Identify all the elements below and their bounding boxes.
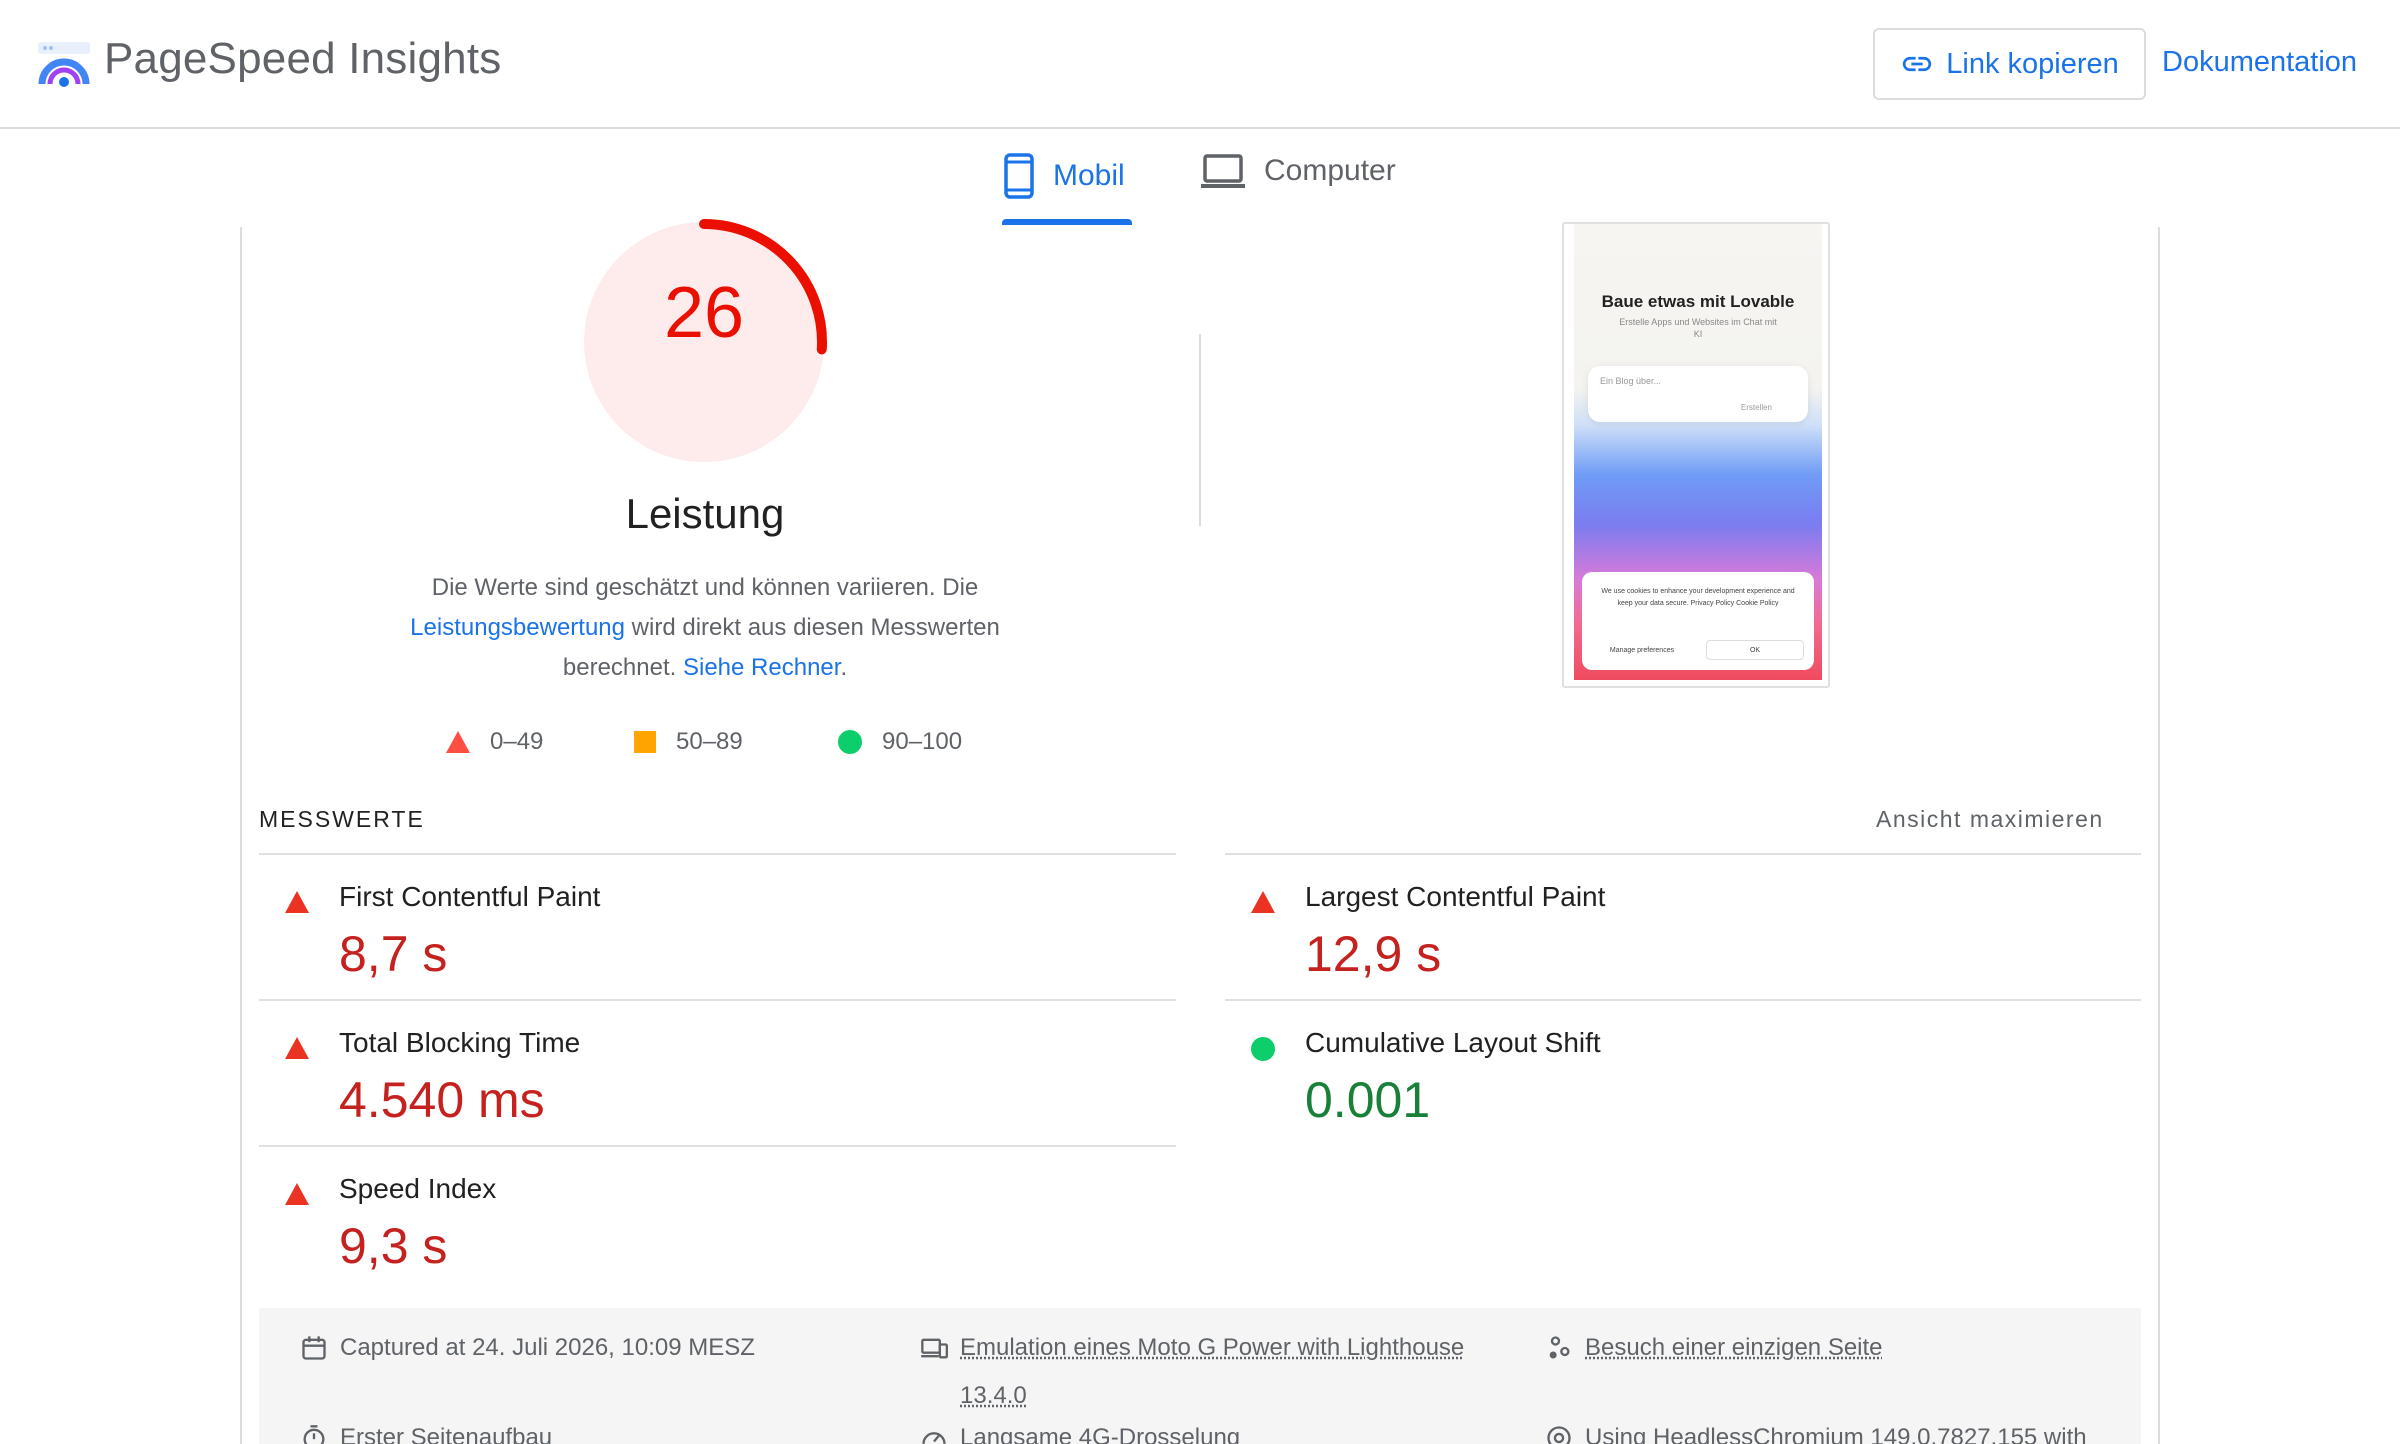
thumb-cookie-manage: Manage preferences bbox=[1609, 647, 1675, 654]
square-icon bbox=[634, 731, 656, 753]
thumb-cookie-text: We use cookies to enhance your developme… bbox=[1601, 588, 1795, 607]
devices-icon bbox=[921, 1338, 948, 1359]
group-icon bbox=[1549, 1336, 1570, 1359]
fail-indicator-icon bbox=[285, 1181, 309, 1205]
tab-desktop-label: Computer bbox=[1264, 154, 1396, 187]
desc-text-end: . bbox=[840, 654, 848, 681]
session-link[interactable]: Besuch einer einzigen Seite bbox=[1585, 1324, 1883, 1372]
documentation-link[interactable]: Dokumentation bbox=[2162, 46, 2357, 79]
copy-link-button[interactable]: Link kopieren bbox=[1873, 28, 2146, 100]
active-tab-indicator bbox=[1002, 219, 1132, 225]
emulation-link[interactable]: Emulation eines Moto G Power with Lighth… bbox=[960, 1324, 1500, 1420]
triangle-icon bbox=[446, 731, 470, 753]
metric-cls: Cumulative Layout Shift 0.001 bbox=[1225, 1001, 2125, 1146]
speedometer-icon bbox=[922, 1432, 946, 1444]
timer-icon bbox=[303, 1425, 325, 1444]
thumb-subheading: Erstelle Apps und Websites im Chat mit K… bbox=[1619, 317, 1777, 339]
thumb-cookie-banner: We use cookies to enhance your developme… bbox=[1582, 572, 1814, 670]
info-browser: Using HeadlessChromium 149.0.7827.155 wi… bbox=[1545, 1414, 2145, 1444]
legend-pass: 90–100 bbox=[838, 728, 962, 756]
metric-speed-index: Speed Index 9,3 s bbox=[259, 1147, 1159, 1292]
metric-value: 9,3 s bbox=[339, 1218, 448, 1274]
pagespeed-logo-icon bbox=[38, 42, 90, 87]
calendar-icon bbox=[302, 1336, 326, 1360]
calculator-link[interactable]: Siehe Rechner bbox=[683, 654, 840, 681]
metric-value: 4.540 ms bbox=[339, 1072, 545, 1128]
thumb-input-box: Ein Blog über... Erstellen bbox=[1588, 366, 1808, 422]
browser-link[interactable]: Using HeadlessChromium 149.0.7827.155 wi… bbox=[1585, 1414, 2087, 1444]
metric-name: Cumulative Layout Shift bbox=[1305, 1027, 1601, 1058]
performance-description: Die Werte sind geschätzt und können vari… bbox=[380, 568, 1030, 688]
expand-view-toggle[interactable]: Ansicht maximieren bbox=[1876, 806, 2104, 833]
performance-score-value: 26 bbox=[663, 273, 745, 353]
top-header: PageSpeed Insights Link kopieren Dokumen… bbox=[0, 0, 2400, 129]
info-emulation: Emulation eines Moto G Power with Lighth… bbox=[920, 1324, 1500, 1420]
copy-link-label: Link kopieren bbox=[1946, 47, 2119, 80]
metric-name: Largest Contentful Paint bbox=[1305, 881, 1606, 912]
metric-value: 12,9 s bbox=[1305, 926, 1442, 982]
device-tabs: Mobil Computer bbox=[0, 131, 2400, 227]
page-screenshot-thumbnail: Baue etwas mit Lovable Erstelle Apps und… bbox=[1562, 222, 1830, 688]
legend-fail: 0–49 bbox=[446, 728, 543, 756]
info-load-type: Erster Seitenaufbau bbox=[300, 1414, 860, 1444]
metric-value: 8,7 s bbox=[339, 926, 448, 982]
tab-desktop[interactable]: Computer bbox=[1200, 153, 1396, 189]
legend-average-label: 50–89 bbox=[676, 728, 743, 755]
performance-score-link[interactable]: Leistungsbewertung bbox=[410, 614, 625, 641]
fail-indicator-icon bbox=[285, 889, 309, 913]
metric-lcp: Largest Contentful Paint 12,9 s bbox=[1225, 855, 2125, 1000]
metrics-section-label: MESSWERTE bbox=[259, 806, 425, 832]
metric-value: 0.001 bbox=[1305, 1072, 1431, 1128]
metric-fcp: First Contentful Paint 8,7 s bbox=[259, 855, 1159, 1000]
legend-fail-label: 0–49 bbox=[490, 728, 544, 755]
circle-icon bbox=[838, 730, 862, 754]
pass-indicator-icon bbox=[1251, 1035, 1275, 1061]
thumb-input-button: Erstellen bbox=[1740, 403, 1772, 412]
app-title: PageSpeed Insights bbox=[104, 34, 502, 83]
browser-icon bbox=[1547, 1426, 1571, 1444]
info-session: Besuch einer einzigen Seite bbox=[1545, 1324, 2105, 1372]
load-type-text: Erster Seitenaufbau bbox=[340, 1424, 553, 1444]
info-captured: Captured at 24. Juli 2026, 10:09 MESZ bbox=[300, 1324, 860, 1372]
thumb-input-placeholder: Ein Blog über... bbox=[1600, 376, 1662, 386]
metric-name: Speed Index bbox=[339, 1173, 497, 1204]
captured-text: Captured at 24. Juli 2026, 10:09 MESZ bbox=[340, 1334, 755, 1361]
tab-mobile[interactable]: Mobil bbox=[1003, 153, 1125, 199]
metric-name: First Contentful Paint bbox=[339, 881, 601, 912]
fail-indicator-icon bbox=[1251, 889, 1275, 913]
desc-text-1: Die Werte sind geschätzt und können vari… bbox=[431, 574, 979, 601]
legend-pass-label: 90–100 bbox=[882, 728, 963, 755]
throttling-link[interactable]: Langsame 4G-Drosselung bbox=[960, 1414, 1240, 1444]
thumb-heading: Baue etwas mit Lovable bbox=[1601, 292, 1795, 311]
tab-mobile-label: Mobil bbox=[1053, 159, 1125, 192]
thumb-cookie-ok: OK bbox=[1706, 640, 1804, 660]
screenshot-image: Baue etwas mit Lovable Erstelle Apps und… bbox=[1574, 224, 1822, 680]
laptop-icon bbox=[1201, 154, 1245, 188]
info-throttling: Langsame 4G-Drosselung bbox=[920, 1414, 1500, 1444]
link-icon bbox=[1903, 56, 1932, 72]
performance-title: Leistung bbox=[625, 490, 785, 537]
metric-name: Total Blocking Time bbox=[339, 1027, 581, 1058]
legend-average: 50–89 bbox=[634, 728, 743, 756]
smartphone-icon bbox=[1004, 153, 1034, 199]
fail-indicator-icon bbox=[285, 1035, 309, 1059]
metric-tbt: Total Blocking Time 4.540 ms bbox=[259, 1001, 1159, 1146]
vertical-divider bbox=[1199, 334, 1201, 526]
